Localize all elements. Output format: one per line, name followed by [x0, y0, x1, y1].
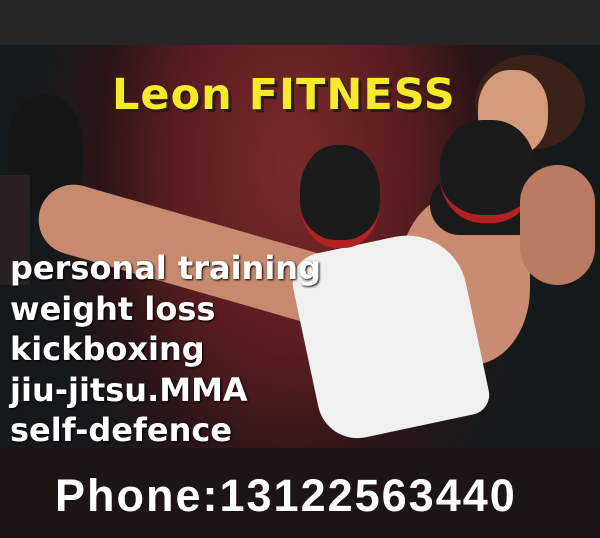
service-item: weight loss [10, 289, 216, 328]
phone-number: Phone:13122563440 [55, 470, 517, 521]
service-item: jiu-jitsu.MMA [10, 370, 248, 409]
service-item: kickboxing [10, 330, 205, 368]
service-item: personal training [10, 249, 321, 287]
services-list: personal training weight loss kickboxing… [10, 248, 321, 451]
gym-title: Leon FITNESS [112, 70, 456, 120]
boxing-glove-left [300, 145, 380, 248]
arm [520, 165, 595, 285]
top-bar [0, 0, 600, 45]
service-item: self-defence [10, 411, 233, 449]
